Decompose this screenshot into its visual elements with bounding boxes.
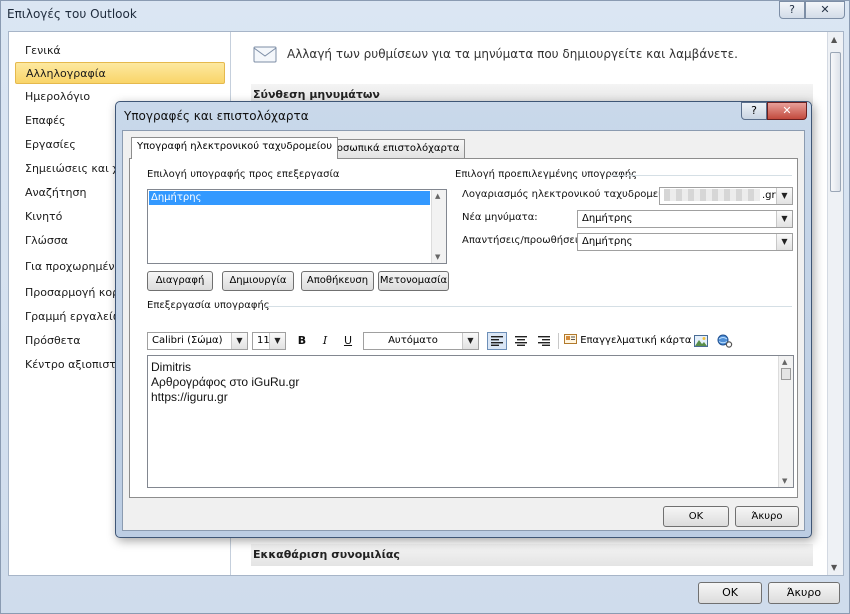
chevron-down-icon[interactable]: ▼ xyxy=(462,333,478,349)
help-button[interactable]: ? xyxy=(779,1,805,19)
dialog-cancel-button[interactable]: Άκυρο xyxy=(735,506,799,527)
tab-email-signature[interactable]: Υπογραφή ηλεκτρονικού ταχυδρομείου xyxy=(131,137,339,159)
signatures-dialog: Υπογραφές και επιστολόχαρτα ? ✕ Υπογραφή… xyxy=(115,101,812,538)
scroll-down-icon[interactable]: ▼ xyxy=(831,563,837,572)
insert-picture-button[interactable] xyxy=(691,332,711,350)
hyperlink-icon xyxy=(717,334,733,348)
align-left-button[interactable] xyxy=(487,332,507,350)
chevron-down-icon[interactable]: ▼ xyxy=(776,188,792,204)
editor-scrollbar[interactable]: ▲ ▼ xyxy=(778,356,793,487)
window-title: Επιλογές του Outlook xyxy=(7,7,137,21)
select-signature-label: Επιλογή υπογραφής προς επεξεργασία xyxy=(147,169,340,180)
scroll-up-icon[interactable]: ▲ xyxy=(831,35,837,44)
signature-list[interactable]: Δημήτρης ▲ ▼ xyxy=(147,189,447,264)
scroll-down-icon[interactable]: ▼ xyxy=(435,253,440,261)
scroll-thumb[interactable] xyxy=(830,52,841,192)
chevron-down-icon[interactable]: ▼ xyxy=(269,333,285,349)
nav-item-mail[interactable]: Αλληλογραφία xyxy=(15,62,225,84)
signature-line: https://iguru.gr xyxy=(151,390,228,404)
align-left-icon xyxy=(491,336,503,346)
signature-line: Dimitris xyxy=(151,360,191,374)
signature-line: Αρθρογράφος στο iGuRu.gr xyxy=(151,375,300,389)
business-card-label: Επαγγελματική κάρτα xyxy=(580,335,692,346)
scroll-thumb[interactable] xyxy=(781,368,791,380)
dialog-ok-button[interactable]: OK xyxy=(663,506,729,527)
font-color-value: Αυτόματο xyxy=(388,335,438,346)
delete-button[interactable]: Διαγραφή xyxy=(147,271,213,291)
chevron-down-icon[interactable]: ▼ xyxy=(776,211,792,227)
align-center-icon xyxy=(515,336,527,346)
font-color-select[interactable]: Αυτόματο ▼ xyxy=(363,332,479,350)
align-right-button[interactable] xyxy=(534,332,554,350)
account-select[interactable]: .gr ▼ xyxy=(659,187,793,205)
save-button[interactable]: Αποθήκευση xyxy=(301,271,374,291)
font-select[interactable]: Calibri (Σώμα) ▼ xyxy=(147,332,248,350)
dialog-help-button[interactable]: ? xyxy=(741,102,767,120)
nav-item-general[interactable]: Γενικά xyxy=(15,40,225,62)
section-conversation-cleanup: Εκκαθάριση συνομιλίας xyxy=(251,544,813,566)
account-value: .gr xyxy=(762,190,776,201)
group-divider xyxy=(265,306,792,307)
picture-icon xyxy=(694,335,708,347)
content-header: Αλλαγή των ρυθμίσεων για τα μηνύματα που… xyxy=(287,47,738,61)
edit-signature-label: Επεξεργασία υπογραφής xyxy=(147,300,270,311)
chevron-down-icon[interactable]: ▼ xyxy=(231,333,247,349)
new-messages-label: Νέα μηνύματα: xyxy=(462,212,538,223)
new-messages-select[interactable]: Δημήτρης ▼ xyxy=(577,210,793,228)
replies-label: Απαντήσεις/προωθήσεις: xyxy=(462,235,588,246)
create-button[interactable]: Δημιουργία xyxy=(222,271,294,291)
scroll-up-icon[interactable]: ▲ xyxy=(435,192,440,200)
business-card-icon xyxy=(564,334,577,344)
account-label: Λογαριασμός ηλεκτρονικού ταχυδρομείου: xyxy=(462,189,677,200)
ok-button[interactable]: OK xyxy=(698,582,762,604)
scroll-down-icon[interactable]: ▼ xyxy=(782,477,787,485)
group-divider xyxy=(610,175,792,176)
redacted-account xyxy=(664,189,760,201)
signature-list-scrollbar[interactable]: ▲ ▼ xyxy=(431,190,446,263)
scroll-up-icon[interactable]: ▲ xyxy=(782,358,787,366)
envelope-icon xyxy=(253,46,277,63)
font-size-value: 11 xyxy=(257,335,270,346)
signature-editor[interactable]: Dimitris Αρθρογράφος στο iGuRu.gr https:… xyxy=(147,355,794,488)
bold-button[interactable]: B xyxy=(292,332,312,350)
replies-value: Δημήτρης xyxy=(582,236,633,247)
chevron-down-icon[interactable]: ▼ xyxy=(776,234,792,250)
rename-button[interactable]: Μετονομασία xyxy=(378,271,449,291)
align-right-icon xyxy=(538,336,550,346)
dialog-title: Υπογραφές και επιστολόχαρτα xyxy=(124,109,309,123)
new-messages-value: Δημήτρης xyxy=(582,213,633,224)
align-center-button[interactable] xyxy=(511,332,531,350)
replies-select[interactable]: Δημήτρης ▼ xyxy=(577,233,793,251)
font-size-select[interactable]: 11 ▼ xyxy=(252,332,286,350)
close-button[interactable]: ✕ xyxy=(805,1,845,19)
list-item[interactable]: Δημήτρης xyxy=(149,191,430,205)
dialog-body: Υπογραφή ηλεκτρονικού ταχυδρομείου Προσω… xyxy=(122,130,805,531)
signature-tab-panel: Επιλογή υπογραφής προς επεξεργασία Δημήτ… xyxy=(129,158,798,498)
underline-button[interactable]: U xyxy=(338,332,358,350)
business-card-button[interactable]: Επαγγελματική κάρτα xyxy=(564,332,692,350)
insert-hyperlink-button[interactable] xyxy=(715,332,735,350)
dialog-close-button[interactable]: ✕ xyxy=(767,102,807,120)
cancel-button[interactable]: Άκυρο xyxy=(768,582,840,604)
toolbar-separator xyxy=(558,333,559,349)
tab-personal-stationery[interactable]: Προσωπικά επιστολόχαρτα xyxy=(317,139,466,158)
content-scrollbar[interactable]: ▲ ▼ xyxy=(827,32,843,575)
font-value: Calibri (Σώμα) xyxy=(152,335,223,346)
italic-button[interactable]: I xyxy=(315,332,335,350)
